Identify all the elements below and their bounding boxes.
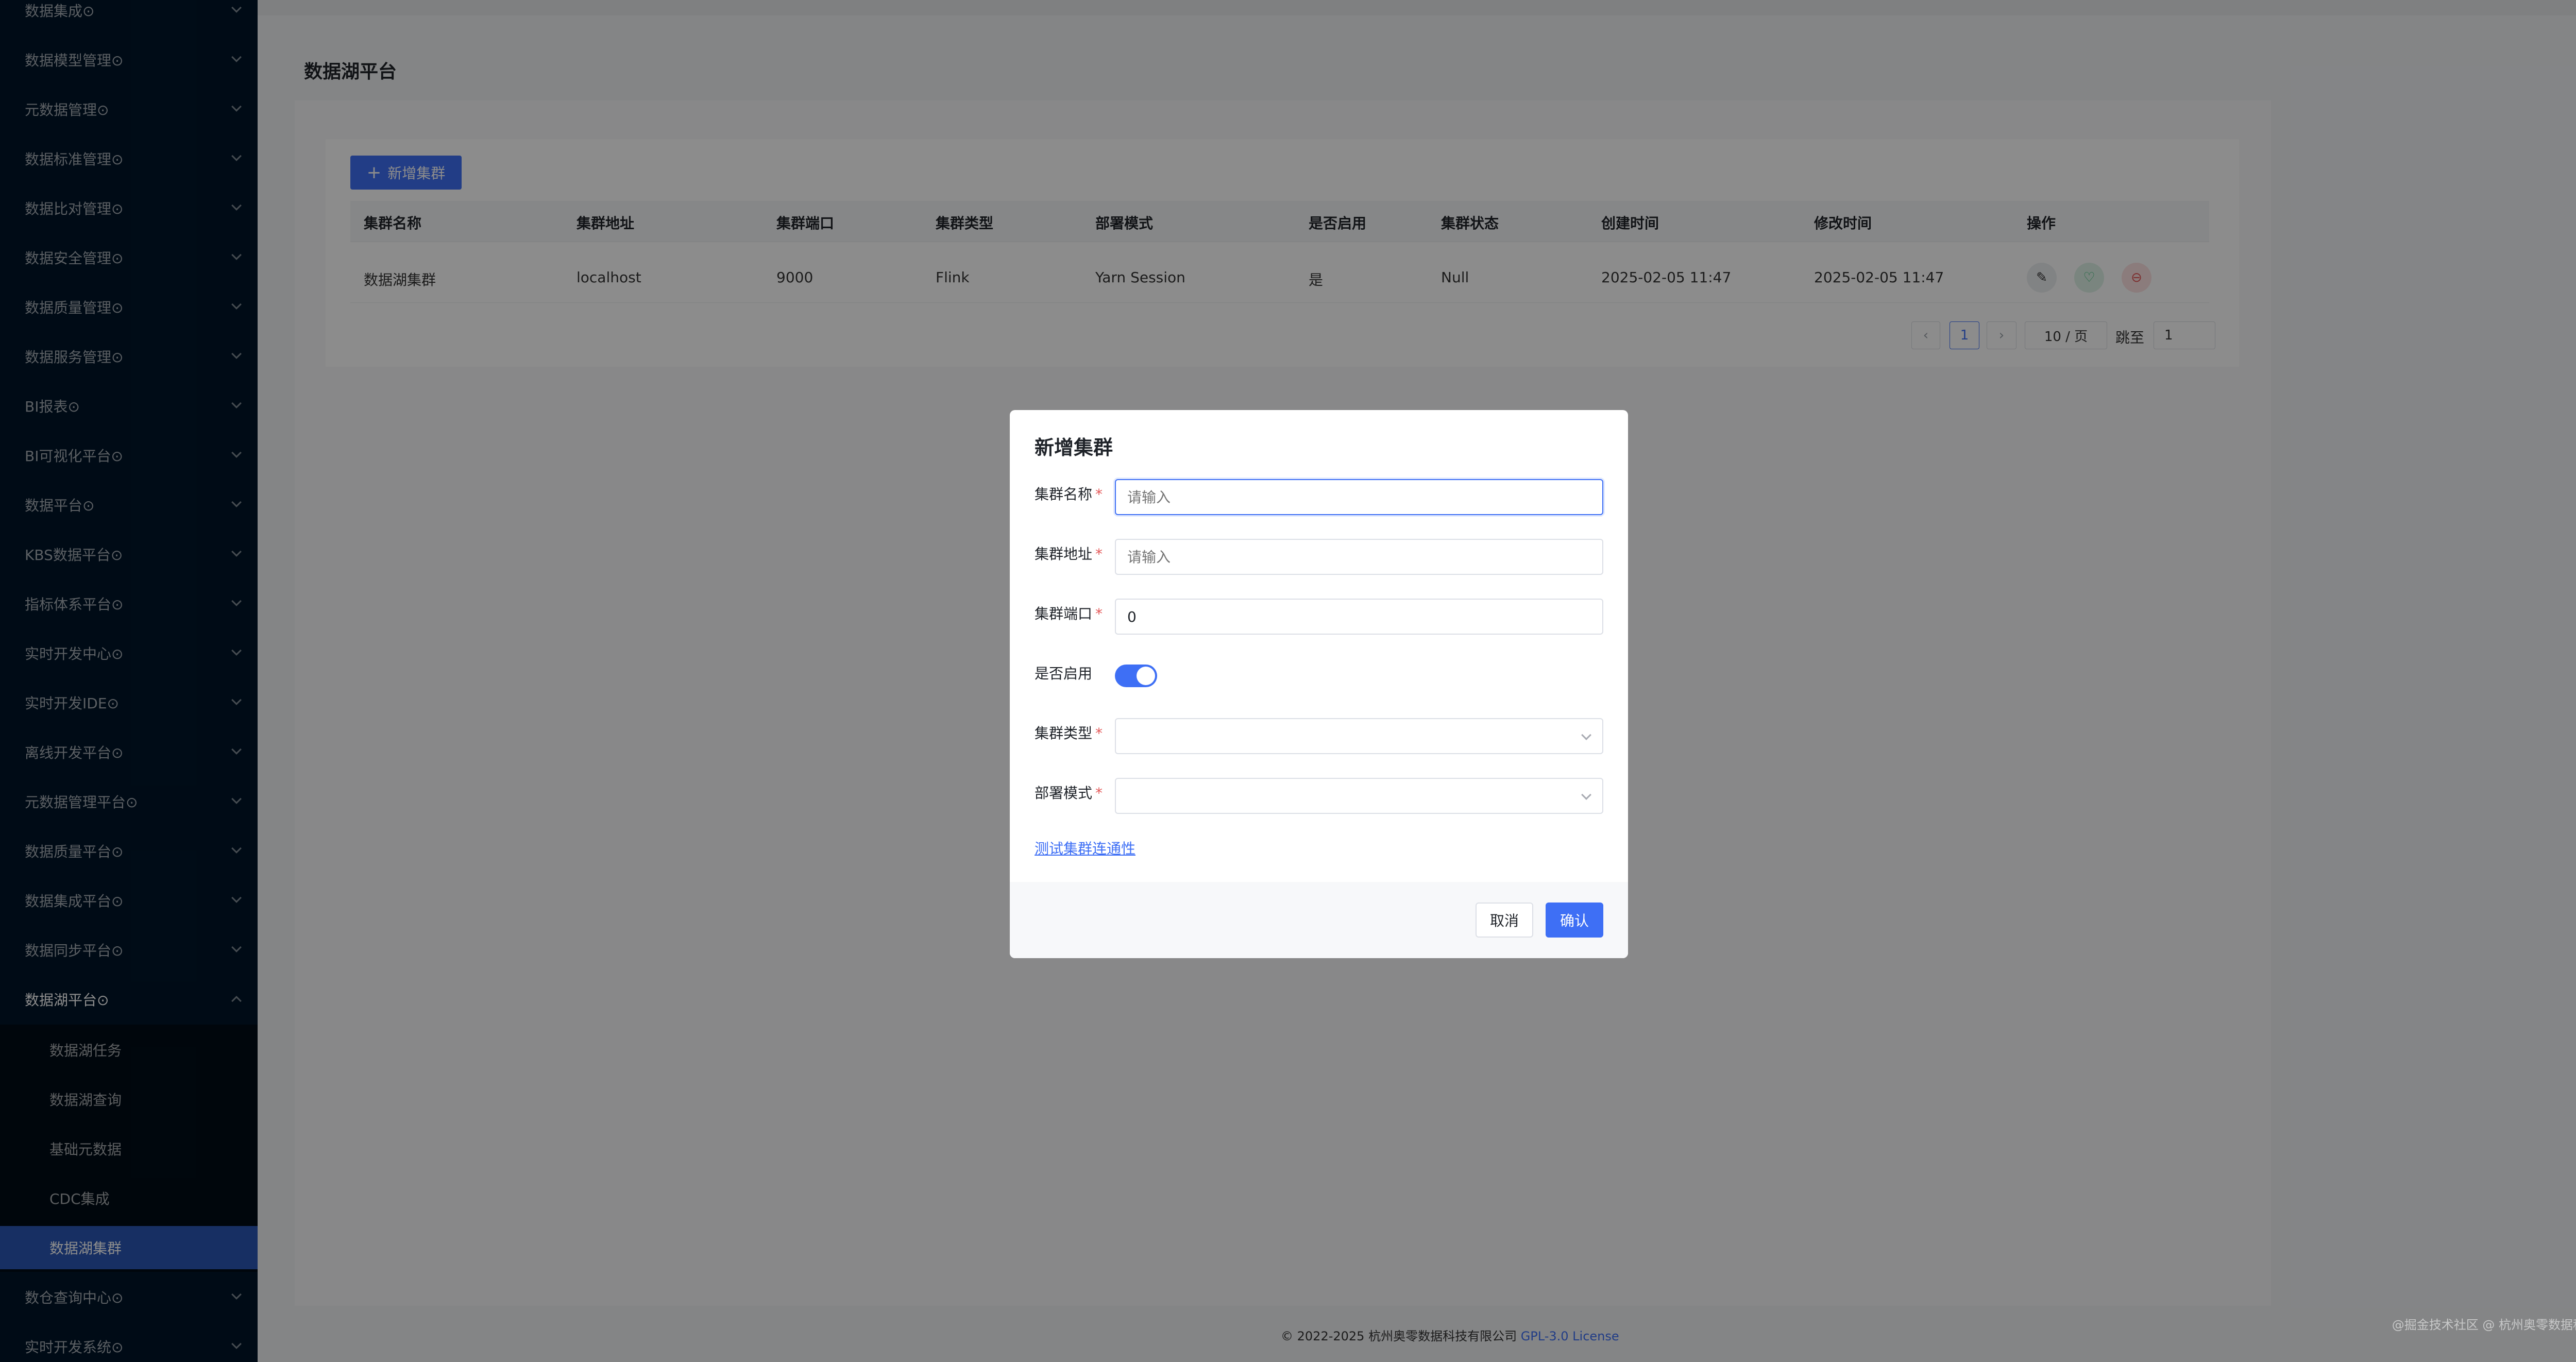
cluster-type-label: 集群类型 * — [1035, 722, 1103, 743]
deploy-mode-label: 部署模式 * — [1035, 782, 1103, 803]
watermark: @掘金技术社区 @ 杭州奥零数据科技 — [2392, 1318, 2576, 1332]
chevron-down-icon — [1581, 730, 1591, 740]
cluster-address-label: 集群地址 * — [1035, 543, 1103, 564]
required-mark: * — [1095, 785, 1103, 802]
enabled-label: 是否启用 — [1035, 662, 1092, 683]
cluster-address-input[interactable] — [1115, 539, 1603, 575]
required-mark: * — [1095, 486, 1103, 503]
confirm-button[interactable]: 确认 — [1546, 903, 1603, 938]
label-text: 集群端口 — [1035, 605, 1093, 622]
enabled-toggle[interactable] — [1115, 665, 1157, 687]
required-mark: * — [1095, 546, 1103, 563]
cluster-port-label: 集群端口 * — [1035, 603, 1103, 623]
modal-title: 新增集群 — [1035, 436, 1113, 459]
test-connectivity-link[interactable]: 测试集群连通性 — [1035, 838, 1136, 858]
cancel-button[interactable]: 取消 — [1476, 903, 1533, 938]
modal-footer: 取消 确认 — [1010, 882, 1628, 958]
chevron-down-icon — [1581, 790, 1591, 800]
label-text: 集群名称 — [1035, 486, 1093, 503]
cluster-port-input[interactable] — [1115, 599, 1603, 635]
label-text: 集群类型 — [1035, 725, 1093, 742]
required-mark: * — [1095, 725, 1103, 742]
cluster-type-select[interactable] — [1115, 718, 1603, 754]
toggle-knob — [1137, 667, 1155, 685]
label-text: 集群地址 — [1035, 546, 1093, 563]
cluster-name-input[interactable] — [1115, 479, 1603, 515]
required-mark: * — [1095, 605, 1103, 622]
deploy-mode-select[interactable] — [1115, 778, 1603, 814]
label-text: 部署模式 — [1035, 785, 1093, 802]
add-cluster-modal: 新增集群 集群名称* 集群地址* 集群端口* 是否启用 集群类型* 部署模式* … — [1010, 410, 1628, 958]
cluster-name-label: 集群名称 * — [1035, 483, 1103, 504]
label-text: 是否启用 — [1035, 665, 1093, 682]
